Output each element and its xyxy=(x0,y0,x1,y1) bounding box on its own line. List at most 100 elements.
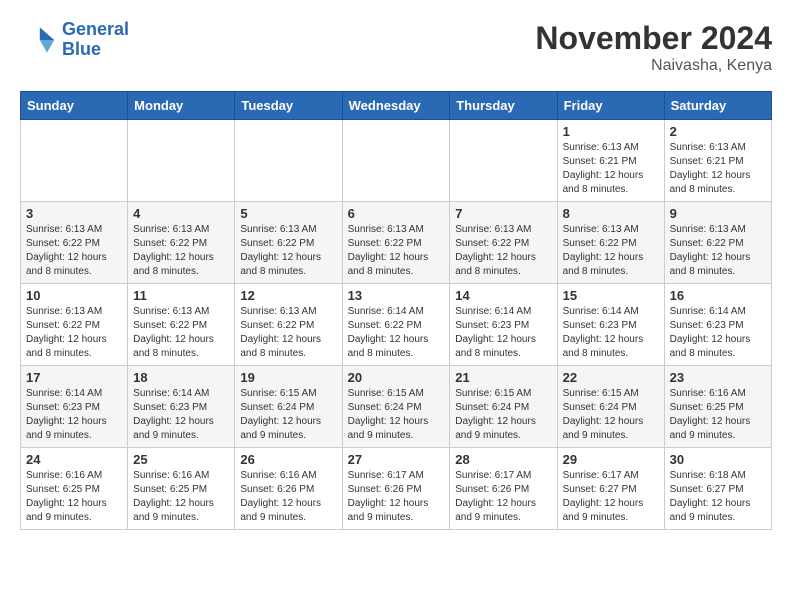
calendar: SundayMondayTuesdayWednesdayThursdayFrid… xyxy=(20,91,772,530)
calendar-cell: 18 Sunrise: 6:14 AM Sunset: 6:23 PM Dayli… xyxy=(128,366,235,448)
day-info: Sunrise: 6:13 AM Sunset: 6:21 PM Dayligh… xyxy=(670,141,766,197)
day-number: 10 xyxy=(26,288,122,303)
day-number: 28 xyxy=(455,452,551,467)
logo: General Blue xyxy=(20,20,129,60)
day-number: 30 xyxy=(670,452,766,467)
day-info: Sunrise: 6:13 AM Sunset: 6:21 PM Dayligh… xyxy=(563,141,659,197)
calendar-cell: 6 Sunrise: 6:13 AM Sunset: 6:22 PM Daylig… xyxy=(342,202,450,284)
weekday-header: Wednesday xyxy=(342,92,450,120)
day-number: 25 xyxy=(133,452,229,467)
day-info: Sunrise: 6:16 AM Sunset: 6:25 PM Dayligh… xyxy=(133,469,229,525)
day-number: 19 xyxy=(240,370,336,385)
day-info: Sunrise: 6:14 AM Sunset: 6:23 PM Dayligh… xyxy=(133,387,229,443)
calendar-cell xyxy=(21,120,128,202)
calendar-cell: 15 Sunrise: 6:14 AM Sunset: 6:23 PM Dayli… xyxy=(557,284,664,366)
day-info: Sunrise: 6:17 AM Sunset: 6:26 PM Dayligh… xyxy=(455,469,551,525)
day-info: Sunrise: 6:13 AM Sunset: 6:22 PM Dayligh… xyxy=(240,223,336,279)
day-number: 18 xyxy=(133,370,229,385)
day-number: 16 xyxy=(670,288,766,303)
calendar-cell: 7Sunrise: 6:13 AM Sunset: 6:22 PM Daylig… xyxy=(450,202,557,284)
calendar-cell: 11 Sunrise: 6:13 AM Sunset: 6:22 PM Dayli… xyxy=(128,284,235,366)
calendar-cell xyxy=(342,120,450,202)
calendar-week-row: 17 Sunrise: 6:14 AM Sunset: 6:23 PM Dayli… xyxy=(21,366,772,448)
day-number: 9 xyxy=(670,206,766,221)
day-number: 6 xyxy=(348,206,445,221)
day-number: 7 xyxy=(455,206,551,221)
day-info: Sunrise: 6:14 AM Sunset: 6:22 PM Dayligh… xyxy=(348,305,445,361)
day-info: Sunrise: 6:14 AM Sunset: 6:23 PM Dayligh… xyxy=(26,387,122,443)
day-number: 11 xyxy=(133,288,229,303)
calendar-cell: 27 Sunrise: 6:17 AM Sunset: 6:26 PM Dayli… xyxy=(342,448,450,530)
calendar-week-row: 24 Sunrise: 6:16 AM Sunset: 6:25 PM Dayli… xyxy=(21,448,772,530)
day-info: Sunrise: 6:13 AM Sunset: 6:22 PM Dayligh… xyxy=(348,223,445,279)
calendar-cell: 24Sunrise: 6:16 AM Sunset: 6:25 PM Dayli… xyxy=(21,448,128,530)
title-block: November 2024 Naivasha, Kenya xyxy=(535,20,772,75)
calendar-cell: 28 Sunrise: 6:17 AM Sunset: 6:26 PM Dayli… xyxy=(450,448,557,530)
day-number: 23 xyxy=(670,370,766,385)
day-info: Sunrise: 6:15 AM Sunset: 6:24 PM Dayligh… xyxy=(240,387,336,443)
calendar-cell: 14 Sunrise: 6:14 AM Sunset: 6:23 PM Dayli… xyxy=(450,284,557,366)
calendar-cell: 22Sunrise: 6:15 AM Sunset: 6:24 PM Dayli… xyxy=(557,366,664,448)
calendar-cell: 8 Sunrise: 6:13 AM Sunset: 6:22 PM Daylig… xyxy=(557,202,664,284)
calendar-cell: 2 Sunrise: 6:13 AM Sunset: 6:21 PM Daylig… xyxy=(664,120,771,202)
day-number: 26 xyxy=(240,452,336,467)
calendar-cell: 21Sunrise: 6:15 AM Sunset: 6:24 PM Dayli… xyxy=(450,366,557,448)
day-info: Sunrise: 6:13 AM Sunset: 6:22 PM Dayligh… xyxy=(26,223,122,279)
calendar-cell: 19 Sunrise: 6:15 AM Sunset: 6:24 PM Dayli… xyxy=(235,366,342,448)
calendar-cell: 13Sunrise: 6:14 AM Sunset: 6:22 PM Dayli… xyxy=(342,284,450,366)
day-number: 2 xyxy=(670,124,766,139)
day-info: Sunrise: 6:13 AM Sunset: 6:22 PM Dayligh… xyxy=(133,305,229,361)
calendar-cell: 30Sunrise: 6:18 AM Sunset: 6:27 PM Dayli… xyxy=(664,448,771,530)
calendar-cell: 1 Sunrise: 6:13 AM Sunset: 6:21 PM Daylig… xyxy=(557,120,664,202)
location: Naivasha, Kenya xyxy=(535,57,772,75)
day-info: Sunrise: 6:13 AM Sunset: 6:22 PM Dayligh… xyxy=(670,223,766,279)
weekday-header: Tuesday xyxy=(235,92,342,120)
day-number: 20 xyxy=(348,370,445,385)
day-info: Sunrise: 6:14 AM Sunset: 6:23 PM Dayligh… xyxy=(455,305,551,361)
calendar-cell: 20Sunrise: 6:15 AM Sunset: 6:24 PM Dayli… xyxy=(342,366,450,448)
calendar-cell: 10 Sunrise: 6:13 AM Sunset: 6:22 PM Dayli… xyxy=(21,284,128,366)
calendar-cell: 3 Sunrise: 6:13 AM Sunset: 6:22 PM Daylig… xyxy=(21,202,128,284)
day-info: Sunrise: 6:15 AM Sunset: 6:24 PM Dayligh… xyxy=(455,387,551,443)
day-number: 5 xyxy=(240,206,336,221)
calendar-cell: 16 Sunrise: 6:14 AM Sunset: 6:23 PM Dayli… xyxy=(664,284,771,366)
calendar-cell: 5 Sunrise: 6:13 AM Sunset: 6:22 PM Daylig… xyxy=(235,202,342,284)
day-info: Sunrise: 6:16 AM Sunset: 6:26 PM Dayligh… xyxy=(240,469,336,525)
calendar-cell xyxy=(128,120,235,202)
day-number: 14 xyxy=(455,288,551,303)
calendar-week-row: 3 Sunrise: 6:13 AM Sunset: 6:22 PM Daylig… xyxy=(21,202,772,284)
calendar-cell: 12 Sunrise: 6:13 AM Sunset: 6:22 PM Dayli… xyxy=(235,284,342,366)
weekday-header: Sunday xyxy=(21,92,128,120)
calendar-cell xyxy=(235,120,342,202)
calendar-cell: 23 Sunrise: 6:16 AM Sunset: 6:25 PM Dayli… xyxy=(664,366,771,448)
weekday-header: Thursday xyxy=(450,92,557,120)
calendar-cell: 26 Sunrise: 6:16 AM Sunset: 6:26 PM Dayli… xyxy=(235,448,342,530)
weekday-header: Saturday xyxy=(664,92,771,120)
day-number: 24 xyxy=(26,452,122,467)
day-info: Sunrise: 6:13 AM Sunset: 6:22 PM Dayligh… xyxy=(26,305,122,361)
calendar-week-row: 1 Sunrise: 6:13 AM Sunset: 6:21 PM Daylig… xyxy=(21,120,772,202)
weekday-header: Monday xyxy=(128,92,235,120)
calendar-cell xyxy=(450,120,557,202)
logo-text: General Blue xyxy=(62,20,129,60)
day-number: 17 xyxy=(26,370,122,385)
day-number: 15 xyxy=(563,288,659,303)
day-info: Sunrise: 6:17 AM Sunset: 6:26 PM Dayligh… xyxy=(348,469,445,525)
day-number: 1 xyxy=(563,124,659,139)
day-info: Sunrise: 6:16 AM Sunset: 6:25 PM Dayligh… xyxy=(670,387,766,443)
day-info: Sunrise: 6:15 AM Sunset: 6:24 PM Dayligh… xyxy=(563,387,659,443)
day-number: 3 xyxy=(26,206,122,221)
day-info: Sunrise: 6:13 AM Sunset: 6:22 PM Dayligh… xyxy=(563,223,659,279)
month-title: November 2024 xyxy=(535,20,772,57)
day-number: 29 xyxy=(563,452,659,467)
day-number: 12 xyxy=(240,288,336,303)
calendar-cell: 29 Sunrise: 6:17 AM Sunset: 6:27 PM Dayli… xyxy=(557,448,664,530)
day-number: 27 xyxy=(348,452,445,467)
day-info: Sunrise: 6:13 AM Sunset: 6:22 PM Dayligh… xyxy=(240,305,336,361)
calendar-cell: 17 Sunrise: 6:14 AM Sunset: 6:23 PM Dayli… xyxy=(21,366,128,448)
day-info: Sunrise: 6:17 AM Sunset: 6:27 PM Dayligh… xyxy=(563,469,659,525)
day-info: Sunrise: 6:14 AM Sunset: 6:23 PM Dayligh… xyxy=(563,305,659,361)
day-number: 8 xyxy=(563,206,659,221)
day-info: Sunrise: 6:14 AM Sunset: 6:23 PM Dayligh… xyxy=(670,305,766,361)
calendar-week-row: 10 Sunrise: 6:13 AM Sunset: 6:22 PM Dayli… xyxy=(21,284,772,366)
